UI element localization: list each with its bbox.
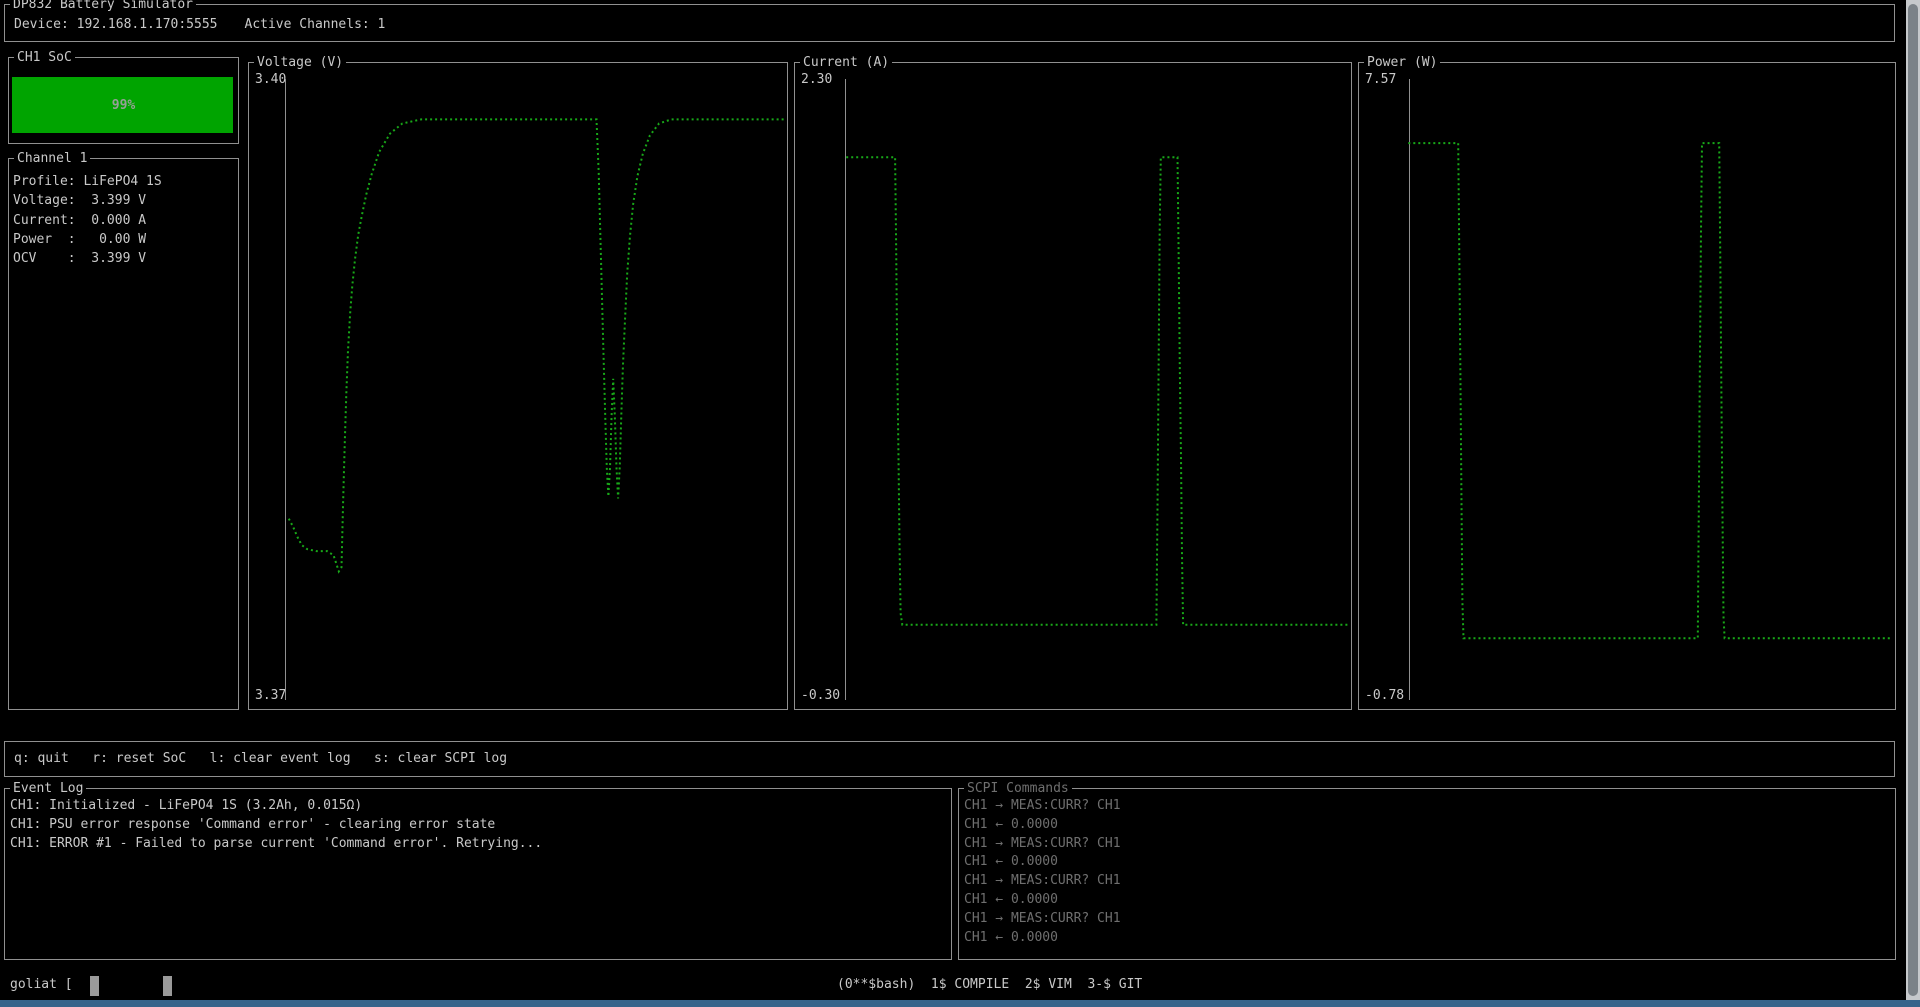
channel-panel-title: Channel 1 [14, 151, 90, 166]
current-plot [795, 63, 1351, 709]
log-line: CH1 ← 0.0000 [964, 816, 1121, 835]
log-line: Power : 0.00 W [13, 230, 162, 249]
power-plot [1359, 63, 1895, 709]
soc-panel: CH1 SoC 99% [8, 57, 239, 144]
event-log-title: Event Log [10, 781, 86, 796]
cursor-block-icon [163, 976, 172, 996]
log-line: CH1: PSU error response 'Command error' … [10, 816, 542, 835]
log-line: OCV : 3.399 V [13, 249, 162, 268]
status-windows-label: (0**$bash) 1$ COMPILE 2$ VIM 3-$ GIT [837, 975, 1142, 995]
scrollbar-track[interactable] [1906, 0, 1920, 1000]
soc-percent-label: 99% [12, 77, 235, 133]
event-log-lines: CH1: Initialized - LiFePO4 1S (3.2Ah, 0.… [10, 797, 542, 853]
scpi-panel: SCPI Commands CH1 → MEAS:CURR? CH1CH1 ← … [958, 788, 1896, 960]
scpi-panel-title: SCPI Commands [964, 781, 1072, 796]
log-line: Current: 0.000 A [13, 211, 162, 230]
window-frame-bottom [0, 1000, 1920, 1007]
log-line: CH1: Initialized - LiFePO4 1S (3.2Ah, 0.… [10, 797, 542, 816]
voltage-chart-panel: Voltage (V) 3.40 3.37 [248, 62, 788, 710]
cursor-block-icon [90, 976, 99, 996]
current-chart-panel: Current (A) 2.30 -0.30 [794, 62, 1352, 710]
log-line: CH1 → MEAS:CURR? CH1 [964, 797, 1121, 816]
log-line: CH1 ← 0.0000 [964, 853, 1121, 872]
event-log-panel: Event Log CH1: Initialized - LiFePO4 1S … [4, 788, 952, 960]
keybar-panel: q: quit r: reset SoC l: clear event log … [4, 741, 1895, 777]
header-content: Device: 192.168.1.170:5555 Active Channe… [14, 17, 385, 32]
channel-panel: Channel 1 Profile: LiFePO4 1SVoltage: 3.… [8, 158, 239, 710]
terminal-screen: DP832 Battery Simulator Device: 192.168.… [0, 0, 1920, 1007]
power-chart-panel: Power (W) 7.57 -0.78 [1358, 62, 1896, 710]
soc-panel-title: CH1 SoC [14, 50, 75, 65]
log-line: CH1 ← 0.0000 [964, 929, 1121, 948]
log-line: CH1 → MEAS:CURR? CH1 [964, 872, 1121, 891]
log-line: Profile: LiFePO4 1S [13, 172, 162, 191]
active-channels-label: Active Channels: 1 [245, 17, 386, 32]
log-line: CH1 → MEAS:CURR? CH1 [964, 835, 1121, 854]
scrollbar-thumb[interactable] [1908, 4, 1918, 996]
log-line: CH1 ← 0.0000 [964, 891, 1121, 910]
key-hints: q: quit r: reset SoC l: clear event log … [14, 742, 507, 775]
log-line: CH1 → MEAS:CURR? CH1 [964, 910, 1121, 929]
scpi-log-lines: CH1 → MEAS:CURR? CH1CH1 ← 0.0000CH1 → ME… [964, 797, 1121, 947]
header-panel-title: DP832 Battery Simulator [10, 0, 196, 12]
device-address-label: Device: 192.168.1.170:5555 [14, 17, 218, 32]
voltage-plot [249, 63, 787, 709]
header-panel: DP832 Battery Simulator Device: 192.168.… [4, 4, 1895, 42]
status-host-label: goliat [ [10, 975, 73, 995]
soc-gauge: 99% [12, 77, 235, 133]
log-line: CH1: ERROR #1 - Failed to parse current … [10, 835, 542, 854]
channel-readouts: Profile: LiFePO4 1SVoltage: 3.399 VCurre… [13, 172, 162, 268]
log-line: Voltage: 3.399 V [13, 191, 162, 210]
